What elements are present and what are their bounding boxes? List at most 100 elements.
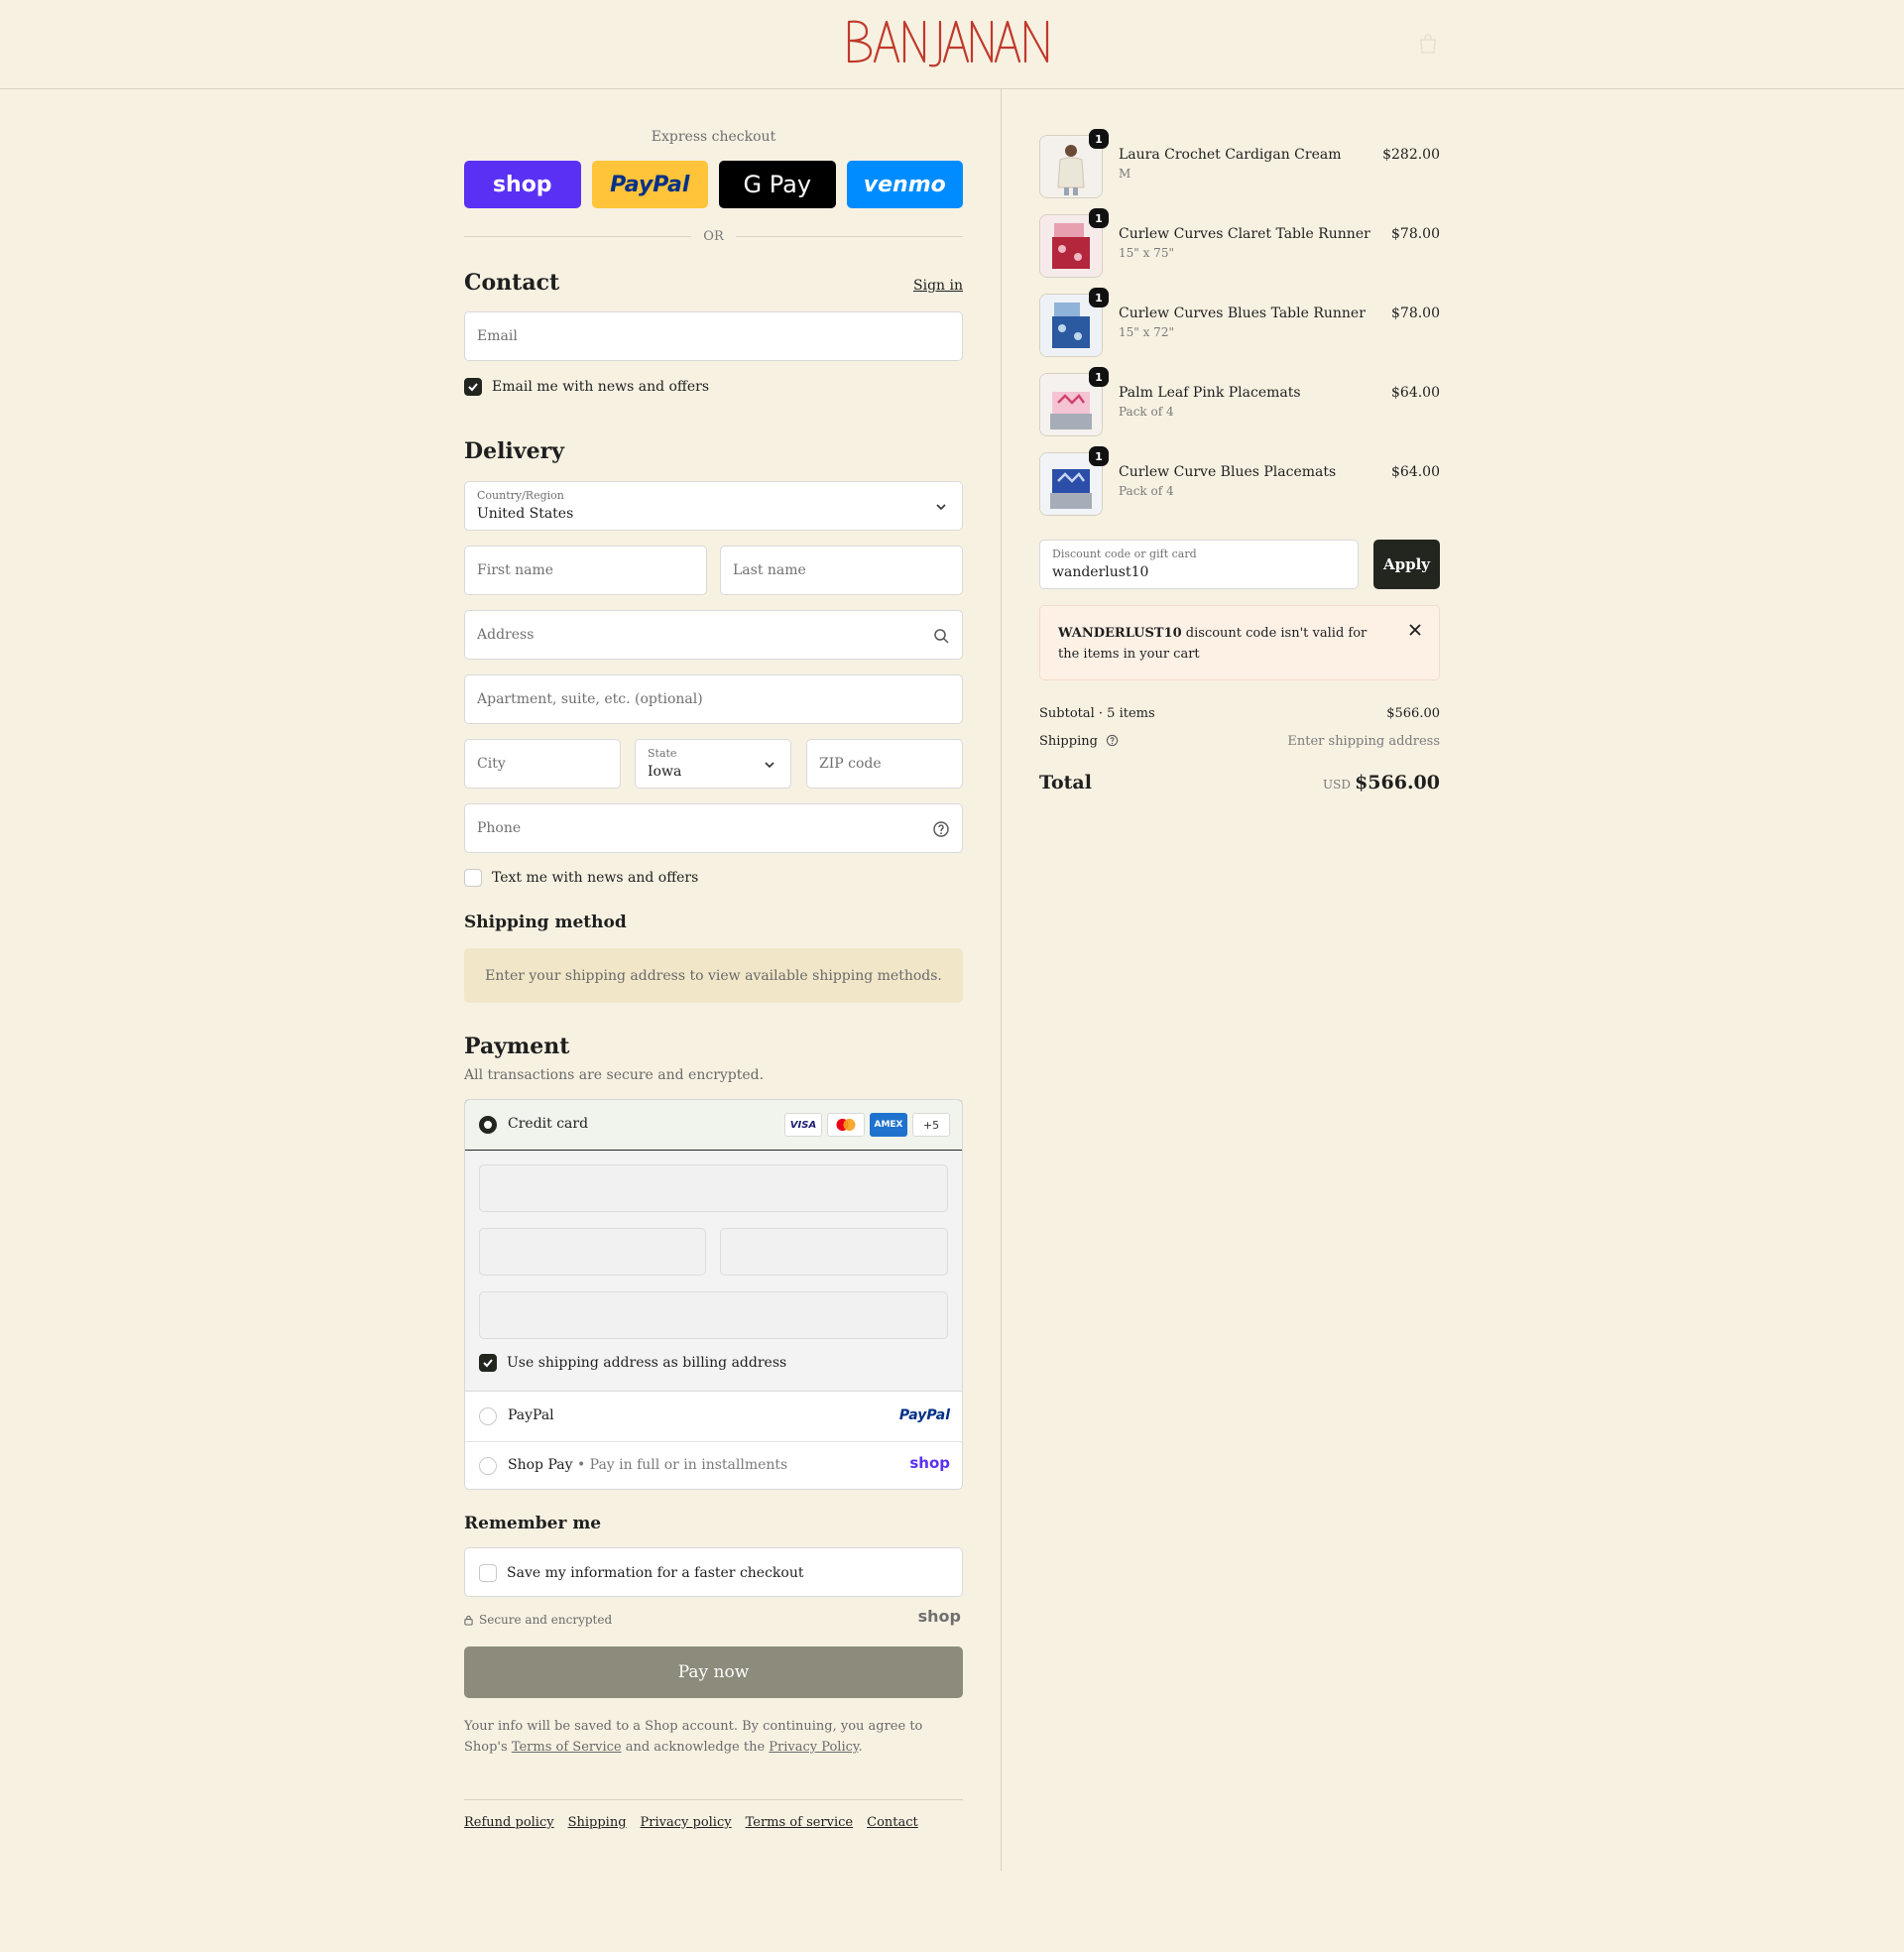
item-name: Curlew Curves Blues Table Runner [1119, 305, 1366, 321]
shipping-label: Shipping [1039, 734, 1098, 749]
shop-pay-express-button[interactable]: shop [464, 161, 581, 208]
country-value: United States [477, 506, 574, 522]
paypal-express-button[interactable]: PayPal [591, 161, 708, 208]
name-on-card-field[interactable] [479, 1291, 948, 1339]
help-icon[interactable] [932, 820, 950, 838]
discount-code-field[interactable]: Discount code or gift card wanderlust10 [1039, 540, 1359, 589]
paypal-label: PayPal [508, 1407, 554, 1423]
discount-label: Discount code or gift card [1052, 548, 1197, 560]
zip-field[interactable]: ZIP code [806, 739, 963, 789]
text-news-checkbox[interactable] [464, 869, 482, 887]
paypal-option[interactable]: PayPal PayPal [465, 1392, 962, 1441]
credit-card-label: Credit card [508, 1116, 589, 1132]
country-select[interactable]: Country/Region United States [464, 481, 963, 531]
item-price: $282.00 [1382, 147, 1440, 163]
shop-logo-icon: shop [909, 1454, 950, 1472]
shipping-row: Shipping Enter shipping address [1039, 734, 1440, 749]
apartment-field[interactable]: Apartment, suite, etc. (optional) [464, 674, 963, 724]
legal-text: Your info will be saved to a Shop accoun… [464, 1716, 963, 1758]
quantity-badge: 1 [1089, 446, 1109, 466]
google-pay-express-button[interactable]: G Pay [719, 161, 836, 208]
card-number-field[interactable] [479, 1164, 948, 1212]
shop-pay-option[interactable]: Shop Pay • Pay in full or in installment… [465, 1441, 962, 1489]
column-divider [1001, 89, 1002, 1871]
subtotal-label: Subtotal · 5 items [1039, 706, 1155, 721]
sign-in-link[interactable]: Sign in [913, 278, 963, 294]
shipping-link[interactable]: Shipping [568, 1815, 627, 1830]
discount-value: wanderlust10 [1052, 564, 1149, 580]
privacy-policy-footer-link[interactable]: Privacy policy [641, 1815, 732, 1830]
save-info-checkbox-row[interactable]: Save my information for a faster checkou… [479, 1563, 804, 1583]
shop-pay-radio[interactable] [479, 1457, 497, 1475]
state-label: State [648, 747, 677, 760]
secure-encrypted-note: Secure and encrypted [464, 1613, 612, 1627]
header [0, 0, 1904, 89]
privacy-policy-link[interactable]: Privacy Policy [769, 1740, 858, 1755]
item-name: Palm Leaf Pink Placemats [1119, 385, 1301, 401]
text-news-checkbox-row[interactable]: Text me with news and offers [464, 868, 698, 888]
bag-icon[interactable] [1416, 32, 1440, 56]
address-field[interactable]: Address [464, 610, 963, 660]
item-price: $78.00 [1391, 226, 1440, 242]
chevron-down-icon [765, 762, 774, 769]
item-price: $64.00 [1391, 464, 1440, 480]
item-price: $78.00 [1391, 305, 1440, 321]
credit-card-option[interactable]: Credit card VISA AMEX +5 [465, 1100, 962, 1151]
line-item: 1 Curlew Curve Blues Placemats Pack of 4… [1039, 446, 1440, 516]
check-icon [483, 1359, 493, 1368]
brand-logo[interactable] [845, 14, 1059, 69]
phone-placeholder: Phone [477, 820, 522, 836]
city-field[interactable]: City [464, 739, 621, 789]
item-variant: M [1119, 167, 1131, 181]
contact-link[interactable]: Contact [867, 1815, 918, 1830]
remember-me-option[interactable]: Save my information for a faster checkou… [464, 1547, 963, 1597]
subtotal-value: $566.00 [1386, 706, 1440, 721]
terms-of-service-footer-link[interactable]: Terms of service [746, 1815, 854, 1830]
security-code-field[interactable] [720, 1228, 948, 1276]
close-icon[interactable] [1407, 622, 1423, 638]
footer-links: Refund policy Shipping Privacy policy Te… [464, 1815, 918, 1830]
banjanan-logo-icon [847, 20, 1049, 67]
payment-secure-note: All transactions are secure and encrypte… [464, 1067, 765, 1083]
first-name-placeholder: First name [477, 562, 554, 578]
shop-pay-note: • Pay in full or in installments [576, 1457, 788, 1473]
item-variant: Pack of 4 [1119, 405, 1174, 419]
quantity-badge: 1 [1089, 208, 1109, 228]
card-details-form: Use shipping address as billing address [465, 1151, 962, 1392]
item-name: Curlew Curve Blues Placemats [1119, 464, 1337, 480]
save-info-checkbox[interactable] [479, 1564, 497, 1582]
email-news-checkbox-row[interactable]: Email me with news and offers [464, 377, 709, 397]
terms-of-service-link[interactable]: Terms of Service [512, 1740, 622, 1755]
venmo-express-button[interactable]: venmo [846, 161, 963, 208]
help-icon[interactable] [1106, 734, 1119, 747]
email-field[interactable]: Email [464, 311, 963, 361]
save-info-label: Save my information for a faster checkou… [507, 1565, 804, 1581]
credit-card-radio[interactable] [479, 1116, 497, 1134]
text-news-label: Text me with news and offers [492, 870, 699, 886]
separator-line [464, 235, 692, 237]
expiration-field[interactable] [479, 1228, 706, 1276]
pay-now-button[interactable]: Pay now [464, 1647, 963, 1698]
state-select[interactable]: State Iowa [635, 739, 791, 789]
shipping-method-notice: Enter your shipping address to view avai… [464, 948, 963, 1003]
item-variant: Pack of 4 [1119, 484, 1174, 498]
shop-pay-name: Shop Pay [508, 1457, 573, 1473]
paypal-radio[interactable] [479, 1407, 497, 1425]
zip-placeholder: ZIP code [819, 756, 882, 772]
legal-text-part: . [858, 1740, 863, 1755]
chevron-down-icon [936, 504, 946, 511]
quantity-badge: 1 [1089, 288, 1109, 307]
line-item: 1 Curlew Curves Blues Table Runner 15" x… [1039, 288, 1440, 357]
billing-checkbox[interactable] [479, 1354, 497, 1372]
apply-discount-button[interactable]: Apply [1373, 540, 1440, 589]
payment-title: Payment [464, 1034, 570, 1059]
email-news-checkbox[interactable] [464, 378, 482, 396]
first-name-field[interactable]: First name [464, 546, 707, 595]
phone-field[interactable]: Phone [464, 803, 963, 853]
billing-checkbox-row[interactable]: Use shipping address as billing address [479, 1353, 786, 1373]
refund-policy-link[interactable]: Refund policy [464, 1815, 554, 1830]
total-value: $566.00 [1355, 772, 1440, 793]
last-name-field[interactable]: Last name [720, 546, 963, 595]
email-placeholder: Email [477, 328, 518, 344]
subtotal-row: Subtotal · 5 items $566.00 [1039, 706, 1440, 721]
